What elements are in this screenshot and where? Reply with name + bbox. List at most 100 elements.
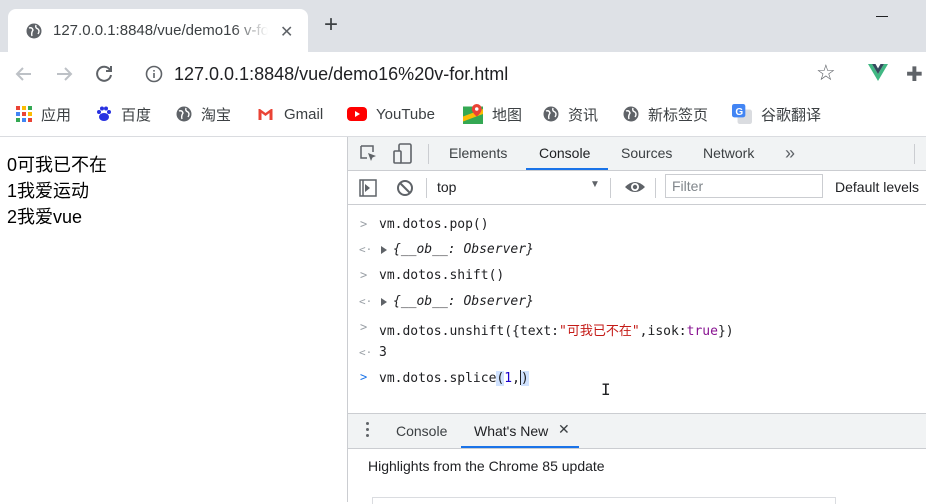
bookmark-label: 谷歌翻译 <box>761 106 822 124</box>
bookmark-label: 新标签页 <box>648 106 709 124</box>
toolbar-separator <box>914 144 915 164</box>
bookmark-label: 淘宝 <box>201 106 232 124</box>
toolbar-separator <box>426 178 427 198</box>
tab-sources[interactable]: Sources <box>621 145 672 161</box>
bookmark-baidu[interactable]: 百度 <box>96 104 151 124</box>
console-toolbar: top ▼ Default levels <box>348 171 926 205</box>
bookmark-youtube[interactable]: YouTube <box>347 104 435 124</box>
console-result-line: <· {__ob__: Observer} <box>348 290 926 315</box>
apps-grid-icon <box>16 106 32 122</box>
show-sidebar-icon[interactable] <box>359 179 377 197</box>
bookmark-star-icon[interactable]: ☆ <box>816 62 836 84</box>
console-editor[interactable]: vm.dotos.splice(1,) <box>379 370 529 386</box>
drawer-tab-console[interactable]: Console <box>396 423 447 439</box>
console-command: vm.dotos.shift() <box>379 268 505 283</box>
list-item: 2我爱vue <box>7 207 83 227</box>
console-prompt-line[interactable]: > vm.dotos.splice(1,) <box>348 366 926 391</box>
console-messages[interactable]: > vm.dotos.pop() <· {__ob__: Observer} >… <box>348 205 926 413</box>
toolbar-separator <box>655 178 656 198</box>
code-token: ) <box>520 371 529 386</box>
whats-new-card[interactable] <box>372 497 836 504</box>
globe-icon <box>543 106 559 122</box>
minimize-window-icon[interactable] <box>876 16 888 17</box>
globe-icon <box>176 106 192 122</box>
youtube-icon <box>347 107 367 121</box>
tab-network[interactable]: Network <box>703 145 754 161</box>
drawer-menu-icon[interactable] <box>366 422 370 440</box>
active-tab-indicator <box>461 446 579 448</box>
bookmark-google-translate[interactable]: G 谷歌翻译 <box>732 104 821 124</box>
tab-console[interactable]: Console <box>539 145 590 161</box>
browser-tab[interactable]: 127.0.0.1:8848/vue/demo16 v-for.html ✕ <box>8 9 308 52</box>
more-tabs-chevron-icon[interactable]: » <box>785 143 795 164</box>
console-input-line: > vm.dotos.shift() <box>348 264 926 289</box>
list-item: 0可我已不在 <box>7 155 108 175</box>
svg-text:G: G <box>735 107 743 118</box>
console-result: 3 <box>379 345 387 360</box>
code-token: vm.dotos.unshift({text: <box>379 324 560 339</box>
google-translate-icon: G <box>732 104 752 124</box>
forward-arrow-icon[interactable] <box>52 62 76 86</box>
result-arrow-icon: <· <box>359 243 373 256</box>
browser-tab-strip: 127.0.0.1:8848/vue/demo16 v-for.html ✕ + <box>0 0 926 52</box>
expand-triangle-icon[interactable] <box>381 298 387 306</box>
new-tab-button[interactable]: + <box>324 13 338 37</box>
input-chevron-icon: > <box>360 370 368 384</box>
bookmark-label: Gmail <box>284 105 324 123</box>
close-drawer-tab-icon[interactable]: ✕ <box>558 421 570 438</box>
baidu-paw-icon <box>97 106 111 121</box>
device-toolbar-icon[interactable] <box>393 143 413 165</box>
eye-icon[interactable] <box>624 179 646 195</box>
globe-icon <box>623 106 639 122</box>
dropdown-arrow-icon: ▼ <box>590 179 600 190</box>
input-chevron-icon: > <box>360 320 368 334</box>
bookmark-label: 地图 <box>492 106 523 124</box>
code-token: }) <box>717 324 734 339</box>
bookmark-label: 资讯 <box>568 106 599 124</box>
drawer-tab-bar: Console What's New ✕ <box>348 413 926 449</box>
bookmark-gmail[interactable]: Gmail <box>256 104 323 124</box>
console-command: vm.dotos.pop() <box>379 217 489 232</box>
extensions-puzzle-icon[interactable]: ✚ <box>906 62 923 87</box>
console-result[interactable]: {__ob__: Observer} <box>393 242 534 257</box>
gmail-icon <box>258 109 273 120</box>
result-arrow-icon: <· <box>359 295 373 308</box>
expand-triangle-icon[interactable] <box>381 246 387 254</box>
inspect-element-icon[interactable] <box>360 145 378 163</box>
info-icon[interactable] <box>145 65 163 83</box>
devtools-drawer: Console What's New ✕ Highlights from the… <box>348 413 926 504</box>
drawer-tab-whats-new[interactable]: What's New <box>474 423 548 439</box>
input-chevron-icon: > <box>360 268 368 282</box>
filter-input[interactable] <box>665 174 823 198</box>
console-command: vm.dotos.unshift({text:"可我已不在",isok:true… <box>379 320 734 339</box>
bookmark-new-tab-page[interactable]: 新标签页 <box>623 104 708 124</box>
address-bar[interactable]: 127.0.0.1:8848/vue/demo16%20v-for.html <box>134 54 854 94</box>
reload-icon[interactable] <box>92 62 116 86</box>
bookmark-apps[interactable]: 应用 <box>16 104 71 124</box>
console-result[interactable]: {__ob__: Observer} <box>393 294 534 309</box>
bookmark-taobao[interactable]: 淘宝 <box>176 104 231 124</box>
log-levels-dropdown[interactable]: Default levels <box>835 179 919 195</box>
back-arrow-icon[interactable] <box>12 62 36 86</box>
console-input-line: > vm.dotos.pop() <box>348 213 926 238</box>
toolbar-separator <box>610 178 611 198</box>
close-tab-icon[interactable]: ✕ <box>280 22 293 42</box>
clear-console-icon[interactable] <box>396 179 414 197</box>
bookmark-label: 百度 <box>121 106 152 124</box>
list-item: 1我爱运动 <box>7 181 90 201</box>
toolbar-separator <box>428 144 429 164</box>
tab-elements[interactable]: Elements <box>449 145 507 161</box>
browser-toolbar: 127.0.0.1:8848/vue/demo16%20v-for.html <box>0 52 926 96</box>
context-selector-value: top <box>437 179 457 195</box>
bookmark-label: 应用 <box>41 106 72 124</box>
text-cursor-icon: I <box>601 380 611 399</box>
globe-icon <box>26 23 42 39</box>
bookmark-news[interactable]: 资讯 <box>543 104 598 124</box>
active-tab-indicator <box>526 168 608 170</box>
devtools-tab-bar: Elements Console Sources Network » <box>348 137 926 171</box>
number-token: 1 <box>504 371 513 386</box>
console-input-line: > vm.dotos.unshift({text:"可我已不在",isok:tr… <box>348 316 926 341</box>
bookmark-maps[interactable]: 地图 <box>463 104 522 124</box>
vue-devtools-icon[interactable] <box>868 64 888 82</box>
context-selector[interactable]: top <box>437 179 603 197</box>
